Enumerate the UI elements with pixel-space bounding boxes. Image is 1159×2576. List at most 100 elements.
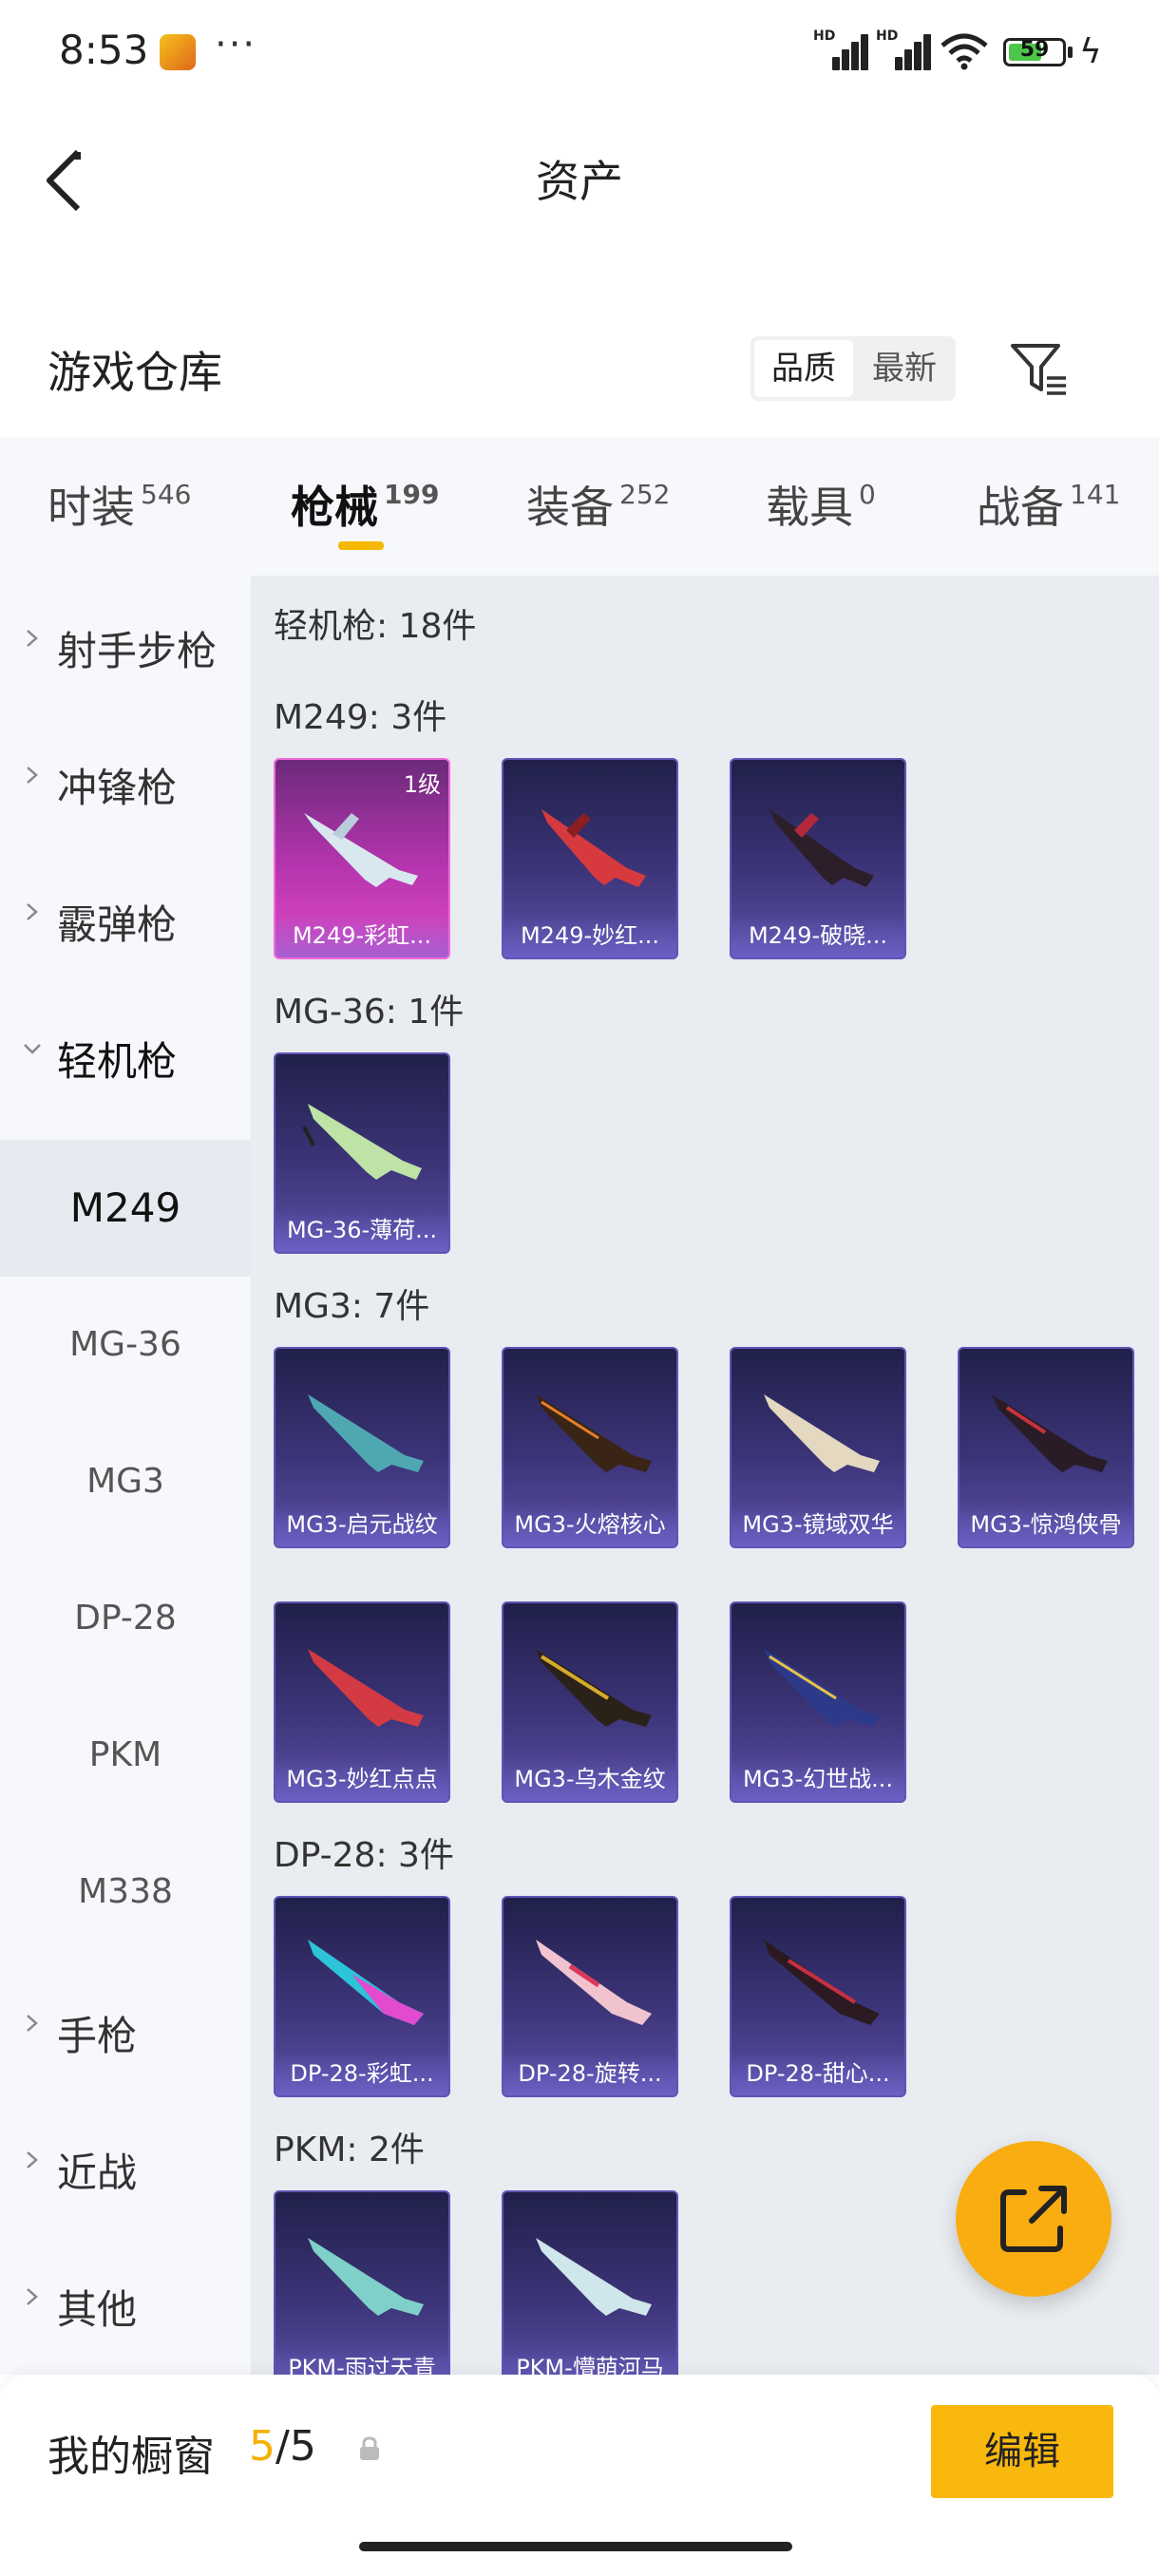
- battery-icon: 59: [1003, 38, 1066, 66]
- item-name: MG-36-薄荷...: [276, 1208, 448, 1252]
- sort-latest-button[interactable]: 最新: [855, 340, 954, 397]
- weapon-icon: [308, 2238, 424, 2316]
- chevron-right-icon: [27, 903, 38, 920]
- sidebar-sub-pkm[interactable]: PKM: [0, 1687, 251, 1824]
- group-label-dp28: DP-28: 3件: [274, 1836, 454, 1875]
- page-title: 资产: [536, 156, 623, 207]
- sidebar-item-lmg[interactable]: 轻机枪: [0, 986, 251, 1123]
- sidebar: 射手步枪 冲锋枪 霰弹枪 轻机枪 M249 MG-36 MG3 DP-28 PK…: [0, 576, 251, 2375]
- sidebar-item-melee[interactable]: 近战: [0, 2097, 251, 2234]
- item-name: M249-妙红...: [504, 914, 676, 957]
- group-label-mg3: MG3: 7件: [274, 1287, 430, 1326]
- item-card[interactable]: MG3-火熔核心: [502, 1347, 678, 1548]
- item-name: MG3-惊鸿侠骨: [960, 1503, 1132, 1546]
- charging-icon: ϟ: [1079, 32, 1102, 71]
- wifi-icon: [940, 33, 988, 70]
- item-card[interactable]: MG3-惊鸿侠骨: [958, 1347, 1134, 1548]
- more-notifications-icon: ···: [215, 23, 257, 66]
- showcase-label: 我的橱窗: [48, 2433, 215, 2481]
- item-card[interactable]: DP-28-旋转...: [502, 1896, 678, 2097]
- sort-quality-button[interactable]: 品质: [754, 340, 853, 397]
- item-card[interactable]: MG3-妙红点点: [274, 1601, 450, 1803]
- tab-equipment[interactable]: 装备 252: [526, 473, 670, 536]
- item-name: DP-28-旋转...: [504, 2052, 676, 2095]
- item-card[interactable]: PKM-雨过天青: [274, 2190, 450, 2375]
- item-grid: 轻机枪: 18件 M249: 3件 1级 M249-彩虹... M249-妙红.…: [251, 576, 1159, 2375]
- tab-fashion[interactable]: 时装 546: [48, 473, 191, 536]
- weapon-icon: [542, 809, 646, 887]
- chevron-right-icon: [27, 767, 38, 784]
- item-name: MG3-妙红点点: [276, 1757, 448, 1801]
- signal-icon-2: HD: [876, 28, 931, 70]
- app-notification-icon: [160, 34, 196, 70]
- weapon-icon: [308, 1940, 424, 2025]
- weapon-icon: [302, 1104, 422, 1180]
- sidebar-sub-mg3[interactable]: MG3: [0, 1413, 251, 1550]
- sidebar-sub-m338[interactable]: M338: [0, 1824, 251, 1960]
- chevron-right-icon: [27, 2288, 38, 2305]
- item-card[interactable]: MG-36-薄荷...: [274, 1052, 450, 1254]
- item-card[interactable]: M249-破晓...: [730, 758, 906, 959]
- status-time: 8:53: [59, 27, 149, 73]
- item-name: M249-破晓...: [732, 914, 904, 957]
- item-card[interactable]: DP-28-甜心...: [730, 1896, 906, 2097]
- weapon-icon: [764, 1649, 880, 1727]
- weapon-icon: [536, 1394, 652, 1472]
- weapon-icon: [308, 1649, 424, 1727]
- status-bar: 8:53 ··· HD HD 59 ϟ: [0, 0, 1159, 104]
- item-card[interactable]: 1级 M249-彩虹...: [274, 758, 450, 959]
- tab-vehicles[interactable]: 载具 0: [766, 473, 876, 536]
- weapon-icon: [308, 1394, 424, 1472]
- sidebar-item-other[interactable]: 其他: [0, 2234, 251, 2371]
- weapon-icon: [764, 1940, 880, 2025]
- weapon-icon: [764, 1394, 880, 1472]
- filter-icon[interactable]: [1009, 340, 1068, 397]
- showcase-bar: 我的橱窗 5/5 编辑: [0, 2375, 1159, 2576]
- item-card[interactable]: MG3-幻世战...: [730, 1601, 906, 1803]
- chevron-right-icon: [27, 2151, 38, 2169]
- item-card[interactable]: MG3-镜域双华: [730, 1347, 906, 1548]
- warehouse-title: 游戏仓库: [48, 347, 222, 398]
- group-label-m249: M249: 3件: [274, 698, 447, 737]
- active-tab-indicator: [338, 541, 384, 550]
- sidebar-sub-dp28[interactable]: DP-28: [0, 1550, 251, 1687]
- signal-icon: HD: [813, 28, 868, 70]
- item-name: MG3-火熔核心: [504, 1503, 676, 1546]
- chevron-down-icon: [24, 1044, 41, 1054]
- item-name: MG3-镜域双华: [732, 1503, 904, 1546]
- item-card[interactable]: MG3-乌木金纹: [502, 1601, 678, 1803]
- tab-firearms[interactable]: 枪械 199: [291, 473, 439, 536]
- home-indicator[interactable]: [359, 2542, 792, 2551]
- sidebar-sub-m249[interactable]: M249: [0, 1140, 251, 1277]
- weapon-icon: [536, 2238, 652, 2316]
- item-name: DP-28-甜心...: [732, 2052, 904, 2095]
- item-card[interactable]: MG3-启元战纹: [274, 1347, 450, 1548]
- item-card[interactable]: M249-妙红...: [502, 758, 678, 959]
- group-label-mg36: MG-36: 1件: [274, 993, 465, 1032]
- chevron-right-icon: [27, 2015, 38, 2032]
- item-card[interactable]: DP-28-彩虹...: [274, 1896, 450, 2097]
- category-count-label: 轻机枪: 18件: [274, 607, 477, 646]
- tab-supplies[interactable]: 战备 141: [977, 473, 1120, 536]
- category-tabs: 时装 546 枪械 199 装备 252 载具 0 战备 141: [0, 437, 1159, 576]
- item-name: MG3-乌木金纹: [504, 1757, 676, 1801]
- share-icon: [1000, 2186, 1067, 2252]
- weapon-icon: [304, 813, 418, 887]
- item-card[interactable]: PKM-懵萌河马: [502, 2190, 678, 2375]
- share-button[interactable]: [956, 2141, 1112, 2297]
- item-name: M249-彩虹...: [276, 914, 448, 957]
- weapon-icon: [536, 1649, 652, 1727]
- sidebar-sub-mg36[interactable]: MG-36: [0, 1277, 251, 1413]
- weapon-icon: [536, 1940, 652, 2025]
- lock-icon: [360, 2436, 379, 2460]
- item-name: MG3-启元战纹: [276, 1503, 448, 1546]
- item-name: PKM-雨过天青: [276, 2346, 448, 2375]
- sidebar-item-smg[interactable]: 冲锋枪: [0, 712, 251, 849]
- sidebar-item-pistol[interactable]: 手枪: [0, 1960, 251, 2097]
- sidebar-item-shotgun[interactable]: 霰弹枪: [0, 849, 251, 986]
- item-name: DP-28-彩虹...: [276, 2052, 448, 2095]
- edit-button[interactable]: 编辑: [931, 2405, 1113, 2498]
- item-name: PKM-懵萌河马: [504, 2346, 676, 2375]
- sidebar-item-marksman-rifle[interactable]: 射手步枪: [0, 576, 251, 712]
- weapon-icon: [770, 809, 874, 887]
